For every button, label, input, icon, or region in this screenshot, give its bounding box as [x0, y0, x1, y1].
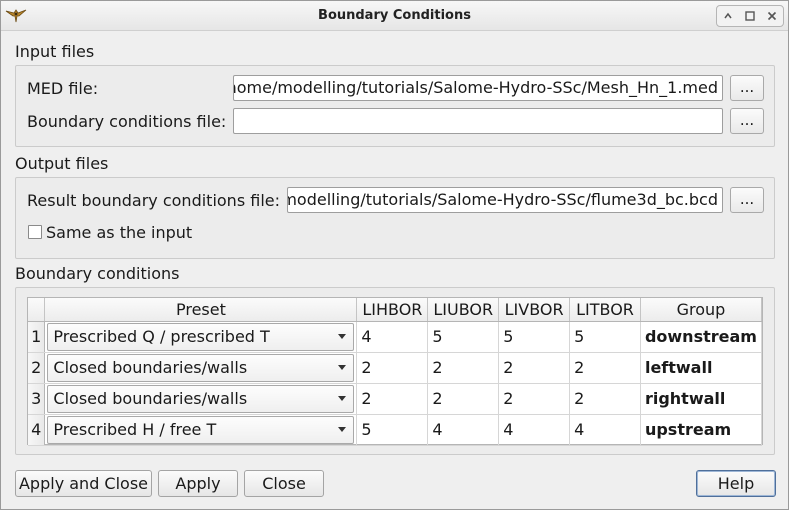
liubor-cell[interactable]: 4 — [427, 414, 500, 446]
litbor-cell[interactable]: 2 — [569, 383, 641, 415]
row-number[interactable]: 2 — [28, 352, 46, 384]
input-files-heading: Input files — [15, 42, 95, 61]
lihbor-cell[interactable]: 5 — [356, 414, 429, 446]
group-cell[interactable]: upstream — [640, 414, 763, 446]
livbor-cell[interactable]: 4 — [498, 414, 571, 446]
column-header-preset[interactable]: Preset — [44, 298, 358, 322]
liubor-cell[interactable]: 5 — [427, 321, 500, 353]
same-as-input-checkbox[interactable] — [28, 225, 42, 239]
table-row: 1 Prescribed Q / prescribed T 4 5 5 5 do… — [28, 321, 763, 353]
column-header-liubor[interactable]: LIUBOR — [427, 298, 500, 322]
preset-dropdown[interactable]: Prescribed Q / prescribed T — [47, 322, 355, 351]
livbor-cell[interactable]: 2 — [498, 352, 571, 384]
group-cell[interactable]: leftwall — [640, 352, 763, 384]
column-header-livbor[interactable]: LIVBOR — [498, 298, 571, 322]
lihbor-cell[interactable]: 2 — [356, 352, 429, 384]
chevron-down-icon — [337, 332, 347, 342]
preset-cell: Closed boundaries/walls — [44, 383, 358, 415]
med-file-input[interactable]: /home/modelling/tutorials/Salome-Hydro-S… — [233, 75, 723, 101]
chevron-down-icon — [337, 394, 347, 404]
close-icon[interactable] — [765, 9, 779, 23]
med-file-value: /home/modelling/tutorials/Salome-Hydro-S… — [233, 78, 718, 97]
chevron-down-icon — [337, 363, 347, 373]
chevron-down-icon — [337, 425, 347, 435]
preset-cell: Prescribed Q / prescribed T — [44, 321, 358, 353]
table-header-row: Preset LIHBOR LIUBOR LIVBOR LITBOR Group — [28, 298, 763, 322]
dialog-window: Boundary Conditions Input files MED file… — [0, 0, 789, 510]
livbor-cell[interactable]: 5 — [498, 321, 571, 353]
preset-value: Prescribed Q / prescribed T — [53, 327, 270, 346]
row-number[interactable]: 1 — [28, 321, 46, 353]
window-controls — [716, 5, 784, 27]
row-number[interactable]: 3 — [28, 383, 46, 415]
maximize-icon[interactable] — [743, 9, 757, 23]
window-title: Boundary Conditions — [318, 8, 471, 23]
preset-cell: Prescribed H / free T — [44, 414, 358, 446]
same-as-input-label[interactable]: Same as the input — [46, 223, 192, 242]
result-file-value: /home/modelling/tutorials/Salome-Hydro-S… — [288, 190, 718, 209]
bc-file-input[interactable] — [233, 108, 723, 134]
bc-table-grid: Preset LIHBOR LIUBOR LIVBOR LITBOR Group… — [28, 298, 763, 446]
preset-value: Closed boundaries/walls — [53, 358, 248, 377]
column-header-lihbor[interactable]: LIHBOR — [356, 298, 429, 322]
group-cell[interactable]: rightwall — [640, 383, 763, 415]
title-bar[interactable]: Boundary Conditions — [1, 1, 788, 31]
output-files-heading: Output files — [15, 154, 109, 173]
boundary-conditions-heading: Boundary conditions — [15, 264, 180, 283]
help-button[interactable]: Help — [696, 470, 776, 497]
preset-value: Prescribed H / free T — [53, 420, 217, 439]
preset-dropdown[interactable]: Closed boundaries/walls — [47, 384, 355, 413]
group-cell[interactable]: downstream — [640, 321, 763, 353]
bc-file-browse-button[interactable]: ... — [730, 108, 764, 134]
apply-and-close-button[interactable]: Apply and Close — [15, 470, 152, 497]
table-row: 4 Prescribed H / free T 5 4 4 4 upstream — [28, 414, 763, 446]
litbor-cell[interactable]: 2 — [569, 352, 641, 384]
apply-button[interactable]: Apply — [158, 470, 238, 497]
med-file-browse-button[interactable]: ... — [730, 75, 764, 101]
livbor-cell[interactable]: 2 — [498, 383, 571, 415]
preset-dropdown[interactable]: Prescribed H / free T — [47, 415, 355, 444]
result-file-input[interactable]: /home/modelling/tutorials/Salome-Hydro-S… — [287, 187, 723, 213]
lihbor-cell[interactable]: 4 — [356, 321, 429, 353]
row-number[interactable]: 4 — [28, 414, 46, 446]
liubor-cell[interactable]: 2 — [427, 352, 500, 384]
liubor-cell[interactable]: 2 — [427, 383, 500, 415]
lihbor-cell[interactable]: 2 — [356, 383, 429, 415]
med-file-label: MED file: — [27, 79, 99, 98]
boundary-conditions-table: Preset LIHBOR LIUBOR LIVBOR LITBOR Group… — [27, 297, 763, 446]
column-header-litbor[interactable]: LITBOR — [569, 298, 641, 322]
preset-cell: Closed boundaries/walls — [44, 352, 358, 384]
preset-value: Closed boundaries/walls — [53, 389, 248, 408]
column-header-group[interactable]: Group — [640, 298, 763, 322]
table-row: 2 Closed boundaries/walls 2 2 2 2 leftwa… — [28, 352, 763, 384]
row-number-header — [28, 298, 46, 322]
restore-icon[interactable] — [721, 9, 735, 23]
close-button[interactable]: Close — [244, 470, 324, 497]
result-file-browse-button[interactable]: ... — [730, 187, 764, 213]
litbor-cell[interactable]: 4 — [569, 414, 641, 446]
litbor-cell[interactable]: 5 — [569, 321, 641, 353]
table-row: 3 Closed boundaries/walls 2 2 2 2 rightw… — [28, 383, 763, 415]
preset-dropdown[interactable]: Closed boundaries/walls — [47, 353, 355, 382]
result-file-label: Result boundary conditions file: — [27, 191, 280, 210]
bc-file-label: Boundary conditions file: — [27, 112, 227, 131]
